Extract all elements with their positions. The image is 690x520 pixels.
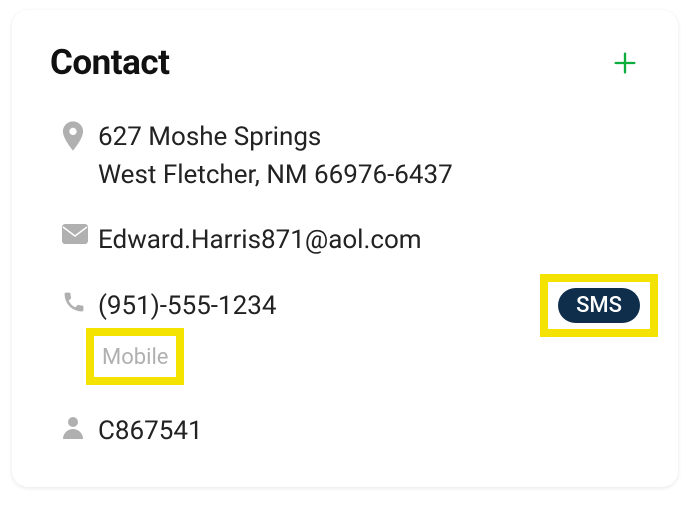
id-text: C867541 [98,413,640,451]
phone-content: (951)-555-1234 Mobile [98,288,540,385]
card-title: Contact [50,42,169,83]
id-icon-cell [50,413,98,439]
phone-icon-cell [50,288,98,314]
email-text: Edward.Harris871@aol.com [98,222,640,260]
person-icon [62,415,84,439]
phone-action: SMS [540,288,640,323]
location-pin-icon [62,121,84,151]
envelope-icon [62,224,88,244]
card-header: Contact [50,42,640,83]
address-row: 627 Moshe Springs West Fletcher, NM 6697… [50,119,640,194]
phone-type-highlight: Mobile [86,328,184,386]
contact-card: Contact 627 Moshe Springs West Fletcher,… [12,10,678,487]
address-text: 627 Moshe Springs West Fletcher, NM 6697… [98,119,640,194]
add-contact-button[interactable] [610,48,640,78]
email-icon-cell [50,222,98,244]
phone-icon [62,290,86,314]
address-line2: West Fletcher, NM 66976-6437 [98,157,640,195]
phone-number: (951)-555-1234 [98,288,540,326]
address-icon-cell [50,119,98,151]
phone-type: Mobile [102,342,168,374]
address-line1: 627 Moshe Springs [98,119,640,157]
sms-button[interactable]: SMS [558,288,640,323]
phone-row: (951)-555-1234 Mobile SMS [50,288,640,385]
plus-icon [611,49,639,77]
sms-highlight: SMS [540,274,658,337]
id-row: C867541 [50,413,640,451]
email-row: Edward.Harris871@aol.com [50,222,640,260]
